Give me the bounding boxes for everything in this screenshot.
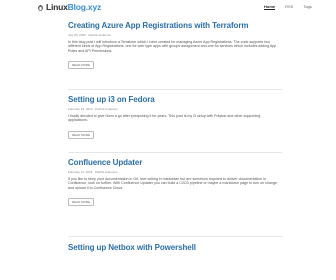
post-meta: February 11, 2023 · Patrick Anderson xyxy=(68,169,118,174)
site-logo[interactable]: LinuxBlog.xyz xyxy=(38,3,101,12)
post-item: Creating Azure App Registrations with Te… xyxy=(68,21,280,71)
main-nav: Home RSS Tags xyxy=(264,4,312,10)
post-divider xyxy=(68,89,282,90)
post-title[interactable]: Setting up Netbox with Powershell xyxy=(68,243,196,252)
post-excerpt: If you like to keep your documentation i… xyxy=(68,176,277,190)
nav-tags[interactable]: Tags xyxy=(303,4,311,10)
logo-text-accent: Blog.xyz xyxy=(67,2,102,12)
post-title[interactable]: Confluence Updater xyxy=(68,158,280,167)
post-excerpt: I finally decided to give i3wm a go afte… xyxy=(68,113,261,123)
post-title[interactable]: Creating Azure App Registrations with Te… xyxy=(68,21,280,30)
post-meta: July 06, 2023 · Patrick Anderson xyxy=(68,32,112,37)
nav-rss[interactable]: RSS xyxy=(285,4,293,10)
read-more-button[interactable]: READ MORE xyxy=(68,130,95,139)
post-title[interactable]: Setting up i3 on Fedora xyxy=(68,95,280,104)
logo-text: LinuxBlog.xyz xyxy=(46,3,101,12)
post-item: Setting up i3 on Fedora February 13, 202… xyxy=(68,95,280,141)
site-header: LinuxBlog.xyz Home RSS Tags xyxy=(0,0,336,14)
read-more-button[interactable]: READ MORE xyxy=(68,198,95,206)
logo-text-main: Linux xyxy=(46,2,68,12)
post-item: Setting up Netbox with Powershell xyxy=(68,243,196,252)
post-divider xyxy=(68,152,282,153)
post-excerpt: In this blog post I will introduce a Ter… xyxy=(68,39,277,53)
nav-home[interactable]: Home xyxy=(264,4,276,10)
penguin-icon xyxy=(38,5,43,11)
read-more-button[interactable]: READ MORE xyxy=(68,61,95,69)
post-item: Confluence Updater February 11, 2023 · P… xyxy=(68,158,280,208)
post-divider xyxy=(68,236,282,237)
post-meta: February 13, 2023 · Patrick Anderson xyxy=(68,106,118,111)
